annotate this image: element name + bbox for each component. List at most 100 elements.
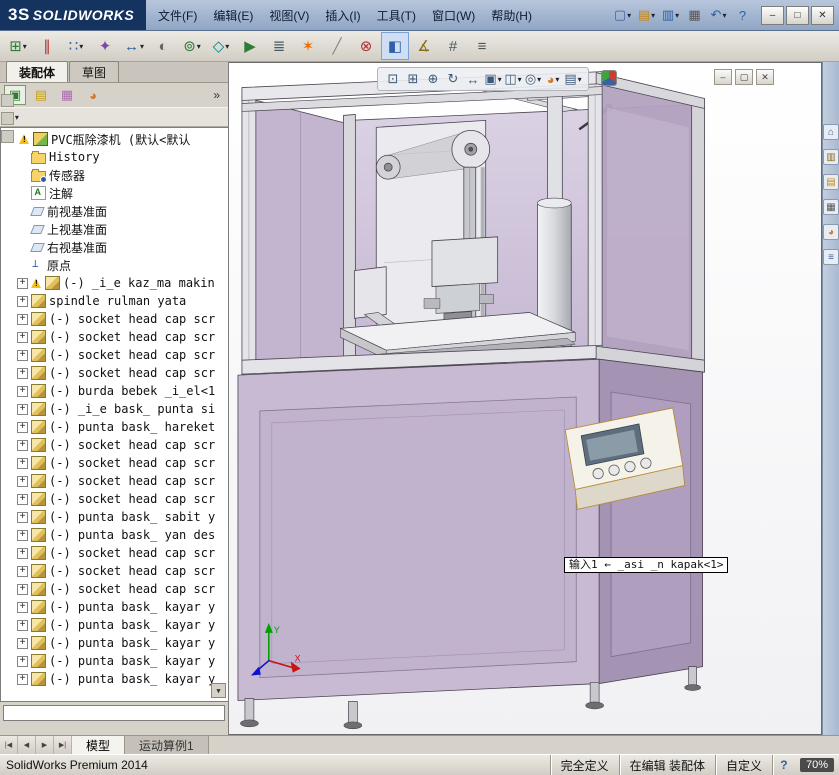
tree-item[interactable]: 传感器 [1,166,228,184]
mass-properties-button[interactable]: # [439,32,467,60]
tree-item[interactable]: (-) socket head cap scr [1,310,228,328]
tree-item[interactable]: (-) socket head cap scr [1,562,228,580]
console-button[interactable] [624,461,636,473]
minimize-button[interactable]: – [761,5,784,25]
reference-geometry-button[interactable]: ◇ [207,32,235,60]
tree-item[interactable]: (-) socket head cap scr [1,490,228,508]
first-tab-button[interactable]: |◀ [0,736,18,754]
expander-icon[interactable] [17,547,28,559]
tree-item[interactable]: (-) punta bask_ hareket [1,418,228,436]
console-button[interactable] [640,457,652,469]
commandmanager-tab[interactable]: 草图 [69,61,120,82]
expander-icon[interactable] [17,385,28,397]
expander-icon[interactable] [17,655,28,667]
viewport-minimize-button[interactable]: – [714,69,732,85]
tree-item[interactable]: (-) socket head cap scr [1,436,228,454]
expander-icon[interactable] [17,511,28,523]
tree-item[interactable]: (-) punta bask_ kayar y [1,652,228,670]
tree-item[interactable]: (-) socket head cap scr [1,346,228,364]
flyout-icon[interactable] [1,130,14,143]
display-style-button[interactable]: ◫ [504,70,522,88]
tree-item[interactable]: PVC瓶除漆机 (默认<默认 [1,130,228,148]
expander-icon[interactable] [17,493,28,505]
propertymanager-tab-icon[interactable]: ▤ [30,85,52,105]
exploded-view-button[interactable]: ✶ [294,32,322,60]
expander-icon[interactable] [17,331,28,343]
tree-item[interactable]: (-) socket head cap scr [1,454,228,472]
tree-item[interactable]: (-) punta bask_ kayar y [1,670,228,688]
document-tab[interactable]: 运动算例1 [125,736,209,754]
menu-item[interactable]: 视图(V) [261,4,317,27]
expander-icon[interactable] [17,673,28,685]
tree-item[interactable]: (-) _i_e bask_ punta si [1,400,228,418]
expander-icon[interactable] [17,295,28,307]
commandmanager-tab[interactable]: 装配体 [6,61,69,82]
bill-of-materials-button[interactable]: ≣ [265,32,293,60]
mate-annotation-label[interactable]: 输入1 ← _asi _n kapak<1> [564,557,729,573]
assembly-features-button[interactable]: ⊚ [178,32,206,60]
design-library-icon[interactable]: ▥ [823,149,839,165]
file-explorer-icon[interactable]: ▤ [823,174,839,190]
tree-item[interactable]: (-) socket head cap scr [1,328,228,346]
tree-item[interactable]: spindle rulman yata [1,292,228,310]
tree-item[interactable]: (-) _i_e kaz_ma makin [1,274,228,292]
viewport-close-button[interactable]: ✕ [756,69,774,85]
options-button[interactable]: ≡ [468,32,496,60]
tree-item[interactable]: 原点 [1,256,228,274]
insert-components-button[interactable]: ⊞ [4,32,32,60]
tree-item[interactable]: 前视基准面 [1,202,228,220]
menu-item[interactable]: 文件(F) [150,4,205,27]
tree-item[interactable]: (-) socket head cap scr [1,544,228,562]
edit-appearance-button[interactable]: ◕ [544,70,562,88]
panel-overflow-button[interactable]: » [213,88,224,102]
expander-icon[interactable] [17,313,28,325]
tree-item[interactable]: 上视基准面 [1,220,228,238]
document-tab[interactable]: 模型 [72,736,126,754]
save-button[interactable]: ▥ [659,5,682,25]
appearances-icon[interactable]: ◕ [823,224,839,240]
tree-item[interactable]: (-) socket head cap scr [1,472,228,490]
zoom-in-out-button[interactable]: ⊕ [424,70,442,88]
zoom-to-fit-button[interactable]: ⊡ [384,70,402,88]
flyout-icon[interactable] [1,112,14,125]
close-button[interactable]: ✕ [811,5,834,25]
menu-item[interactable]: 插入(I) [317,4,368,27]
custom-properties-icon[interactable]: ≡ [823,249,839,265]
tree-item[interactable]: (-) punta bask_ yan des [1,526,228,544]
flyout-icon[interactable] [1,94,14,107]
expander-icon[interactable] [17,637,28,649]
last-tab-button[interactable]: ▶| [54,736,72,754]
show-hidden-components-button[interactable]: ◐ [149,32,177,60]
menu-item[interactable]: 编辑(E) [205,4,261,27]
zoom-to-area-button[interactable]: ⊞ [404,70,422,88]
console-button[interactable] [592,468,604,480]
expander-icon[interactable] [17,475,28,487]
tree-item[interactable]: (-) punta bask_ kayar y [1,634,228,652]
apply-scene-button[interactable]: ▤ [564,70,582,88]
expander-icon[interactable] [17,403,28,415]
expander-icon[interactable] [17,619,28,631]
tree-item[interactable]: 右视基准面 [1,238,228,256]
tree-item[interactable]: (-) socket head cap scr [1,364,228,382]
view-palette-icon[interactable]: ▦ [823,199,839,215]
expander-icon[interactable] [17,457,28,469]
smart-fasteners-button[interactable]: ✦ [91,32,119,60]
linear-component-pattern-button[interactable]: ∷ [62,32,90,60]
viewport-restore-button[interactable]: ▢ [735,69,753,85]
tree-item[interactable]: 注解 [1,184,228,202]
machine-cabinet[interactable] [237,358,703,701]
expander-icon[interactable] [17,349,28,361]
menu-item[interactable]: 帮助(H) [483,4,540,27]
configurationmanager-tab-icon[interactable]: ▦ [56,85,78,105]
tree-item[interactable]: (-) burda bebek _i_el<1 [1,382,228,400]
displaymanager-tab-icon[interactable]: ◕ [82,85,104,105]
tree-item[interactable]: (-) punta bask_ kayar y [1,598,228,616]
solidworks-resources-icon[interactable]: ⌂ [823,124,839,140]
console-button[interactable] [608,464,620,476]
undo-button[interactable]: ↶ [707,5,730,25]
measure-button[interactable]: ∡ [410,32,438,60]
tree-item[interactable]: (-) socket head cap scr [1,580,228,598]
hide-show-items-button[interactable]: ◎ [524,70,542,88]
expander-icon[interactable] [17,367,28,379]
mate-button[interactable]: ∥ [33,32,61,60]
